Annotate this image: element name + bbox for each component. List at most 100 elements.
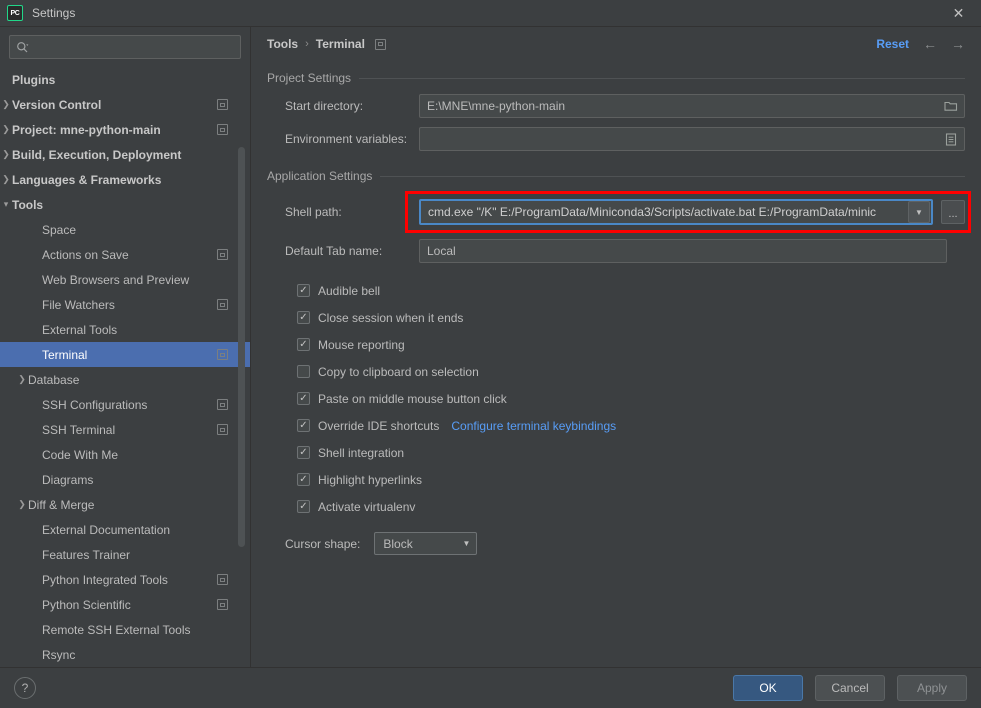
checkbox-row-audible-bell[interactable]: ✓ Audible bell [297, 277, 965, 304]
sidebar-item-terminal[interactable]: Terminal [0, 342, 250, 367]
folder-icon[interactable] [938, 95, 964, 117]
checkbox-row-highlight-hyperlinks[interactable]: ✓ Highlight hyperlinks [297, 466, 965, 493]
checkbox-row-activate-virtualenv[interactable]: ✓ Activate virtualenv [297, 493, 965, 520]
settings-config-icon[interactable] [217, 299, 228, 310]
sidebar-item-project-mne-python-main[interactable]: ❯ Project: mne-python-main [0, 117, 250, 142]
chevron-right-icon[interactable]: ❯ [0, 149, 12, 161]
chevron-down-icon[interactable]: ▾ [0, 199, 12, 211]
sidebar-item-build-execution-deployment[interactable]: ❯ Build, Execution, Deployment [0, 142, 250, 167]
help-button[interactable]: ? [14, 677, 36, 699]
sidebar-item-python-scientific[interactable]: Python Scientific [0, 592, 250, 617]
shell-path-row: Shell path: cmd.exe "/K" E:/ProgramData/… [267, 191, 971, 233]
checkbox-close-session-when-it-ends[interactable]: ✓ [297, 311, 310, 324]
sidebar-item-space[interactable]: Space [0, 217, 250, 242]
chevron-right-icon[interactable]: ❯ [16, 374, 28, 386]
checkbox-row-paste-on-middle-mouse-button-click[interactable]: ✓ Paste on middle mouse button click [297, 385, 965, 412]
checkbox-label: Activate virtualenv [318, 499, 416, 514]
ok-button[interactable]: OK [733, 675, 803, 701]
sidebar-item-external-documentation[interactable]: External Documentation [0, 517, 250, 542]
checkbox-row-shell-integration[interactable]: ✓ Shell integration [297, 439, 965, 466]
settings-config-icon[interactable] [217, 599, 228, 610]
chevron-right-icon[interactable]: ❯ [0, 124, 12, 136]
sidebar-item-diff-merge[interactable]: ❯ Diff & Merge [0, 492, 250, 517]
sidebar-item-plugins[interactable]: Plugins [0, 67, 250, 92]
sidebar-scrollbar[interactable] [238, 147, 245, 547]
settings-config-icon[interactable] [217, 124, 228, 135]
sidebar-item-features-trainer[interactable]: Features Trainer [0, 542, 250, 567]
chevron-right-icon[interactable]: ❯ [0, 174, 12, 186]
search-box[interactable] [9, 35, 241, 59]
sidebar-item-label: External Tools [42, 322, 118, 337]
sidebar-item-version-control[interactable]: ❯ Version Control [0, 92, 250, 117]
sidebar-item-label: Database [28, 372, 80, 387]
cursor-shape-select[interactable]: Block ▼ [374, 532, 478, 555]
dialog-body: Plugins ❯ Version Control ❯ Project: mne-pyt… [0, 27, 981, 667]
sidebar-item-python-integrated-tools[interactable]: Python Integrated Tools [0, 567, 250, 592]
close-icon[interactable]: ✕ [936, 0, 981, 27]
sidebar-item-label: Diff & Merge [28, 497, 95, 512]
checkbox-paste-on-middle-mouse-button-click[interactable]: ✓ [297, 392, 310, 405]
back-arrow-icon[interactable]: ← [923, 36, 937, 52]
sidebar-item-web-browsers-and-preview[interactable]: Web Browsers and Preview [0, 267, 250, 292]
sidebar-item-label: Rsync [42, 647, 76, 662]
search-input[interactable] [34, 40, 234, 54]
search-container [0, 27, 250, 65]
application-settings-header: Application Settings [267, 169, 965, 183]
terminal-options-list: ✓ Audible bell ✓ Close session when it ends… [267, 277, 965, 520]
settings-config-icon[interactable] [217, 349, 228, 360]
sidebar-item-languages-frameworks[interactable]: ❯ Languages & Frameworks [0, 167, 250, 192]
sidebar-item-file-watchers[interactable]: File Watchers [0, 292, 250, 317]
checkbox-row-close-session-when-it-ends[interactable]: ✓ Close session when it ends [297, 304, 965, 331]
checkbox-row-mouse-reporting[interactable]: ✓ Mouse reporting [297, 331, 965, 358]
sidebar-item-tools[interactable]: ▾ Tools [0, 192, 250, 217]
shell-path-field[interactable]: cmd.exe "/K" E:/ProgramData/Miniconda3/S… [419, 199, 933, 225]
settings-tree[interactable]: Plugins ❯ Version Control ❯ Project: mne-pyt… [0, 67, 250, 667]
forward-arrow-icon[interactable]: → [951, 36, 965, 52]
list-icon[interactable] [938, 128, 964, 150]
shell-path-browse-button[interactable]: ... [941, 200, 965, 224]
sidebar-item-external-tools[interactable]: External Tools [0, 317, 250, 342]
chevron-down-icon[interactable]: ▼ [908, 201, 930, 223]
checkbox-mouse-reporting[interactable]: ✓ [297, 338, 310, 351]
cursor-shape-label: Cursor shape: [285, 536, 361, 551]
sidebar-item-ssh-configurations[interactable]: SSH Configurations [0, 392, 250, 417]
breadcrumb-item-terminal[interactable]: Terminal [316, 37, 365, 51]
settings-config-icon[interactable] [217, 249, 228, 260]
sidebar-item-database[interactable]: ❯ Database [0, 367, 250, 392]
settings-config-icon[interactable] [217, 424, 228, 435]
checkbox-row-copy-to-clipboard-on-selection[interactable]: Copy to clipboard on selection [297, 358, 965, 385]
settings-config-icon[interactable] [374, 38, 386, 50]
checkbox-override-ide-shortcuts[interactable]: ✓ [297, 419, 310, 432]
checkbox-audible-bell[interactable]: ✓ [297, 284, 310, 297]
checkbox-copy-to-clipboard-on-selection[interactable] [297, 365, 310, 378]
checkbox-shell-integration[interactable]: ✓ [297, 446, 310, 459]
sidebar-item-label: Build, Execution, Deployment [12, 147, 182, 162]
checkbox-activate-virtualenv[interactable]: ✓ [297, 500, 310, 513]
sidebar-item-actions-on-save[interactable]: Actions on Save [0, 242, 250, 267]
environment-variables-label: Environment variables: [285, 132, 408, 146]
breadcrumb-item-tools[interactable]: Tools [267, 37, 298, 51]
chevron-right-icon[interactable]: ❯ [16, 499, 28, 511]
apply-button[interactable]: Apply [897, 675, 967, 701]
checkbox-highlight-hyperlinks[interactable]: ✓ [297, 473, 310, 486]
sidebar-item-label: Version Control [12, 97, 102, 112]
environment-variables-field[interactable] [419, 127, 965, 151]
sidebar-item-code-with-me[interactable]: Code With Me [0, 442, 250, 467]
sidebar-item-remote-ssh-external-tools[interactable]: Remote SSH External Tools [0, 617, 250, 642]
sidebar-item-ssh-terminal[interactable]: SSH Terminal [0, 417, 250, 442]
settings-config-icon[interactable] [217, 574, 228, 585]
sidebar-item-rsync[interactable]: Rsync [0, 642, 250, 667]
cursor-shape-row: Cursor shape: Block ▼ [267, 532, 965, 555]
settings-config-icon[interactable] [217, 99, 228, 110]
checkbox-label: Highlight hyperlinks [318, 472, 423, 487]
cancel-button[interactable]: Cancel [815, 675, 885, 701]
reset-link[interactable]: Reset [876, 37, 909, 51]
start-directory-field[interactable]: E:\MNE\mne-python-main [419, 94, 965, 118]
default-tab-name-field[interactable]: Local [419, 239, 947, 263]
settings-config-icon[interactable] [217, 399, 228, 410]
checkbox-row-override-ide-shortcuts[interactable]: ✓ Override IDE shortcuts Configure termina… [297, 412, 965, 439]
sidebar-item-diagrams[interactable]: Diagrams [0, 467, 250, 492]
chevron-right-icon[interactable]: ❯ [0, 99, 12, 111]
configure-terminal-keybindings-link[interactable]: Configure terminal keybindings [451, 419, 616, 433]
